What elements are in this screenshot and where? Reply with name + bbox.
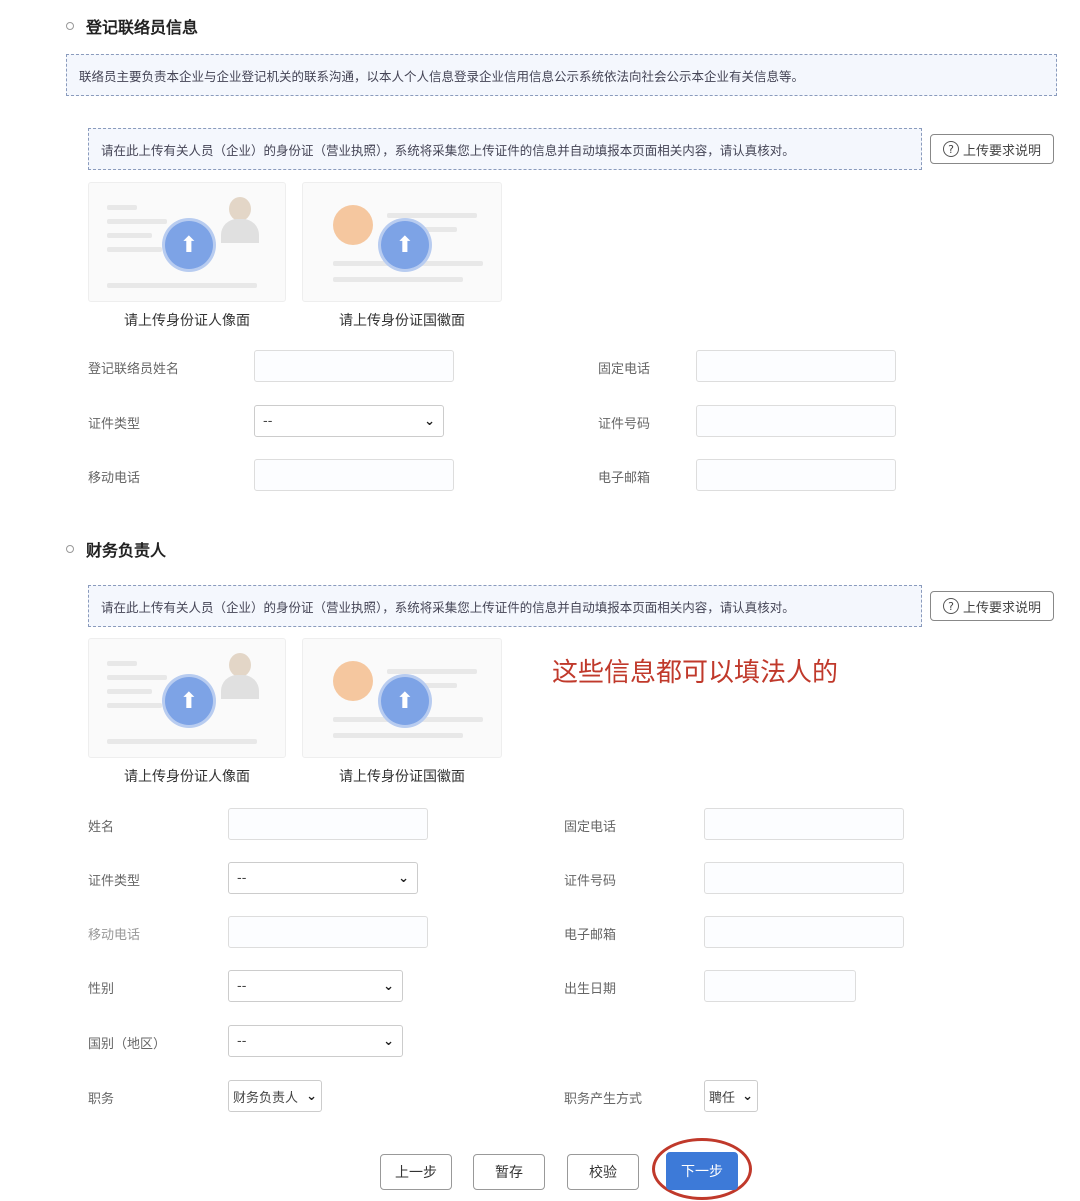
liaison-mobile-input[interactable]	[254, 459, 454, 491]
liaison-name-label: 登记联络员姓名	[88, 362, 180, 377]
chevron-down-icon: ⌄	[742, 1088, 753, 1104]
next-button[interactable]: 下一步	[666, 1152, 738, 1190]
bullet-icon	[66, 22, 74, 30]
liaison-idnumber-input[interactable]	[696, 405, 896, 437]
finance-birthdate-label: 出生日期	[564, 982, 617, 997]
annotation-note: 这些信息都可以填法人的	[552, 658, 839, 688]
emblem-icon	[333, 661, 373, 701]
finance-appointment-select[interactable]: 聘任 ⌄	[704, 1080, 758, 1112]
finance-idtype-select[interactable]: -- ⌄	[228, 862, 418, 894]
liaison-email-label: 电子邮箱	[598, 471, 651, 486]
portrait-icon	[221, 653, 259, 699]
finance-help-button[interactable]: ? 上传要求说明	[930, 591, 1054, 621]
liaison-upload-front-caption: 请上传身份证人像面	[124, 313, 250, 329]
liaison-help-button[interactable]: ? 上传要求说明	[930, 134, 1054, 164]
question-icon: ?	[942, 141, 959, 157]
liaison-upload-back-caption: 请上传身份证国徽面	[339, 313, 465, 329]
finance-email-input[interactable]	[704, 916, 904, 948]
finance-nationality-value: --	[237, 1033, 247, 1049]
liaison-section-title: 登记联络员信息	[66, 14, 198, 38]
finance-gender-value: --	[237, 978, 247, 994]
liaison-idtype-label: 证件类型	[88, 417, 141, 432]
finance-gender-label: 性别	[88, 982, 115, 997]
bullet-icon	[66, 545, 74, 553]
finance-appointment-value: 聘任	[709, 1090, 736, 1106]
finance-email-label: 电子邮箱	[564, 928, 617, 943]
finance-idnumber-label: 证件号码	[564, 874, 617, 889]
save-draft-button[interactable]: 暂存	[473, 1154, 545, 1190]
finance-landline-input[interactable]	[704, 808, 904, 840]
liaison-help-label: 上传要求说明	[962, 143, 1041, 159]
liaison-name-input[interactable]	[254, 350, 454, 382]
finance-birthdate-input[interactable]	[704, 970, 856, 1002]
finance-position-value: 财务负责人	[233, 1090, 299, 1106]
finance-nationality-select[interactable]: -- ⌄	[228, 1025, 403, 1057]
finance-title-text: 财务负责人	[86, 541, 167, 560]
liaison-email-input[interactable]	[696, 459, 896, 491]
prev-button[interactable]: 上一步	[380, 1154, 452, 1190]
upload-icon[interactable]: ⬆	[165, 221, 213, 269]
liaison-title-text: 登记联络员信息	[86, 18, 199, 37]
finance-position-select[interactable]: 财务负责人 ⌄	[228, 1080, 322, 1112]
liaison-landline-label: 固定电话	[598, 362, 651, 377]
chevron-down-icon: ⌄	[383, 978, 394, 994]
chevron-down-icon: ⌄	[306, 1088, 317, 1104]
finance-nationality-label: 国别（地区）	[88, 1037, 167, 1052]
chevron-down-icon: ⌄	[398, 870, 409, 886]
finance-upload-back-caption: 请上传身份证国徽面	[339, 769, 465, 785]
finance-name-label: 姓名	[88, 820, 115, 835]
liaison-upload-notice-text: 请在此上传有关人员（企业）的身份证（营业执照），系统将采集您上传证件的信息并自动…	[101, 142, 795, 158]
verify-button[interactable]: 校验	[567, 1154, 639, 1190]
liaison-landline-input[interactable]	[696, 350, 896, 382]
finance-idtype-value: --	[237, 870, 247, 886]
finance-section-title: 财务负责人	[66, 537, 166, 561]
finance-help-label: 上传要求说明	[962, 600, 1041, 616]
finance-mobile-label: 移动电话	[88, 928, 141, 943]
finance-upload-front-caption: 请上传身份证人像面	[124, 769, 250, 785]
emblem-icon	[333, 205, 373, 245]
question-icon: ?	[942, 598, 959, 614]
finance-upload-notice-text: 请在此上传有关人员（企业）的身份证（营业执照），系统将采集您上传证件的信息并自动…	[101, 599, 795, 615]
upload-icon[interactable]: ⬆	[381, 221, 429, 269]
chevron-down-icon: ⌄	[424, 413, 435, 429]
finance-name-input[interactable]	[228, 808, 428, 840]
finance-position-label: 职务	[88, 1092, 115, 1107]
chevron-down-icon: ⌄	[383, 1033, 394, 1049]
liaison-upload-notice: 请在此上传有关人员（企业）的身份证（营业执照），系统将采集您上传证件的信息并自动…	[88, 128, 922, 170]
finance-idnumber-input[interactable]	[704, 862, 904, 894]
finance-upload-front[interactable]: ⬆	[88, 638, 286, 758]
liaison-notice: 联络员主要负责本企业与企业登记机关的联系沟通，以本人个人信息登录企业信用信息公示…	[66, 54, 1057, 96]
portrait-icon	[221, 197, 259, 243]
upload-icon[interactable]: ⬆	[165, 677, 213, 725]
liaison-idtype-select[interactable]: -- ⌄	[254, 405, 444, 437]
finance-gender-select[interactable]: -- ⌄	[228, 970, 403, 1002]
liaison-mobile-label: 移动电话	[88, 471, 141, 486]
finance-idtype-label: 证件类型	[88, 874, 141, 889]
finance-appointment-label: 职务产生方式	[564, 1092, 643, 1107]
upload-icon[interactable]: ⬆	[381, 677, 429, 725]
liaison-upload-back[interactable]: ⬆	[302, 182, 502, 302]
liaison-notice-text: 联络员主要负责本企业与企业登记机关的联系沟通，以本人个人信息登录企业信用信息公示…	[79, 68, 805, 84]
liaison-idtype-value: --	[263, 413, 273, 429]
finance-mobile-input[interactable]	[228, 916, 428, 948]
finance-upload-notice: 请在此上传有关人员（企业）的身份证（营业执照），系统将采集您上传证件的信息并自动…	[88, 585, 922, 627]
liaison-idnumber-label: 证件号码	[598, 417, 651, 432]
finance-landline-label: 固定电话	[564, 820, 617, 835]
finance-upload-back[interactable]: ⬆	[302, 638, 502, 758]
liaison-upload-front[interactable]: ⬆	[88, 182, 286, 302]
